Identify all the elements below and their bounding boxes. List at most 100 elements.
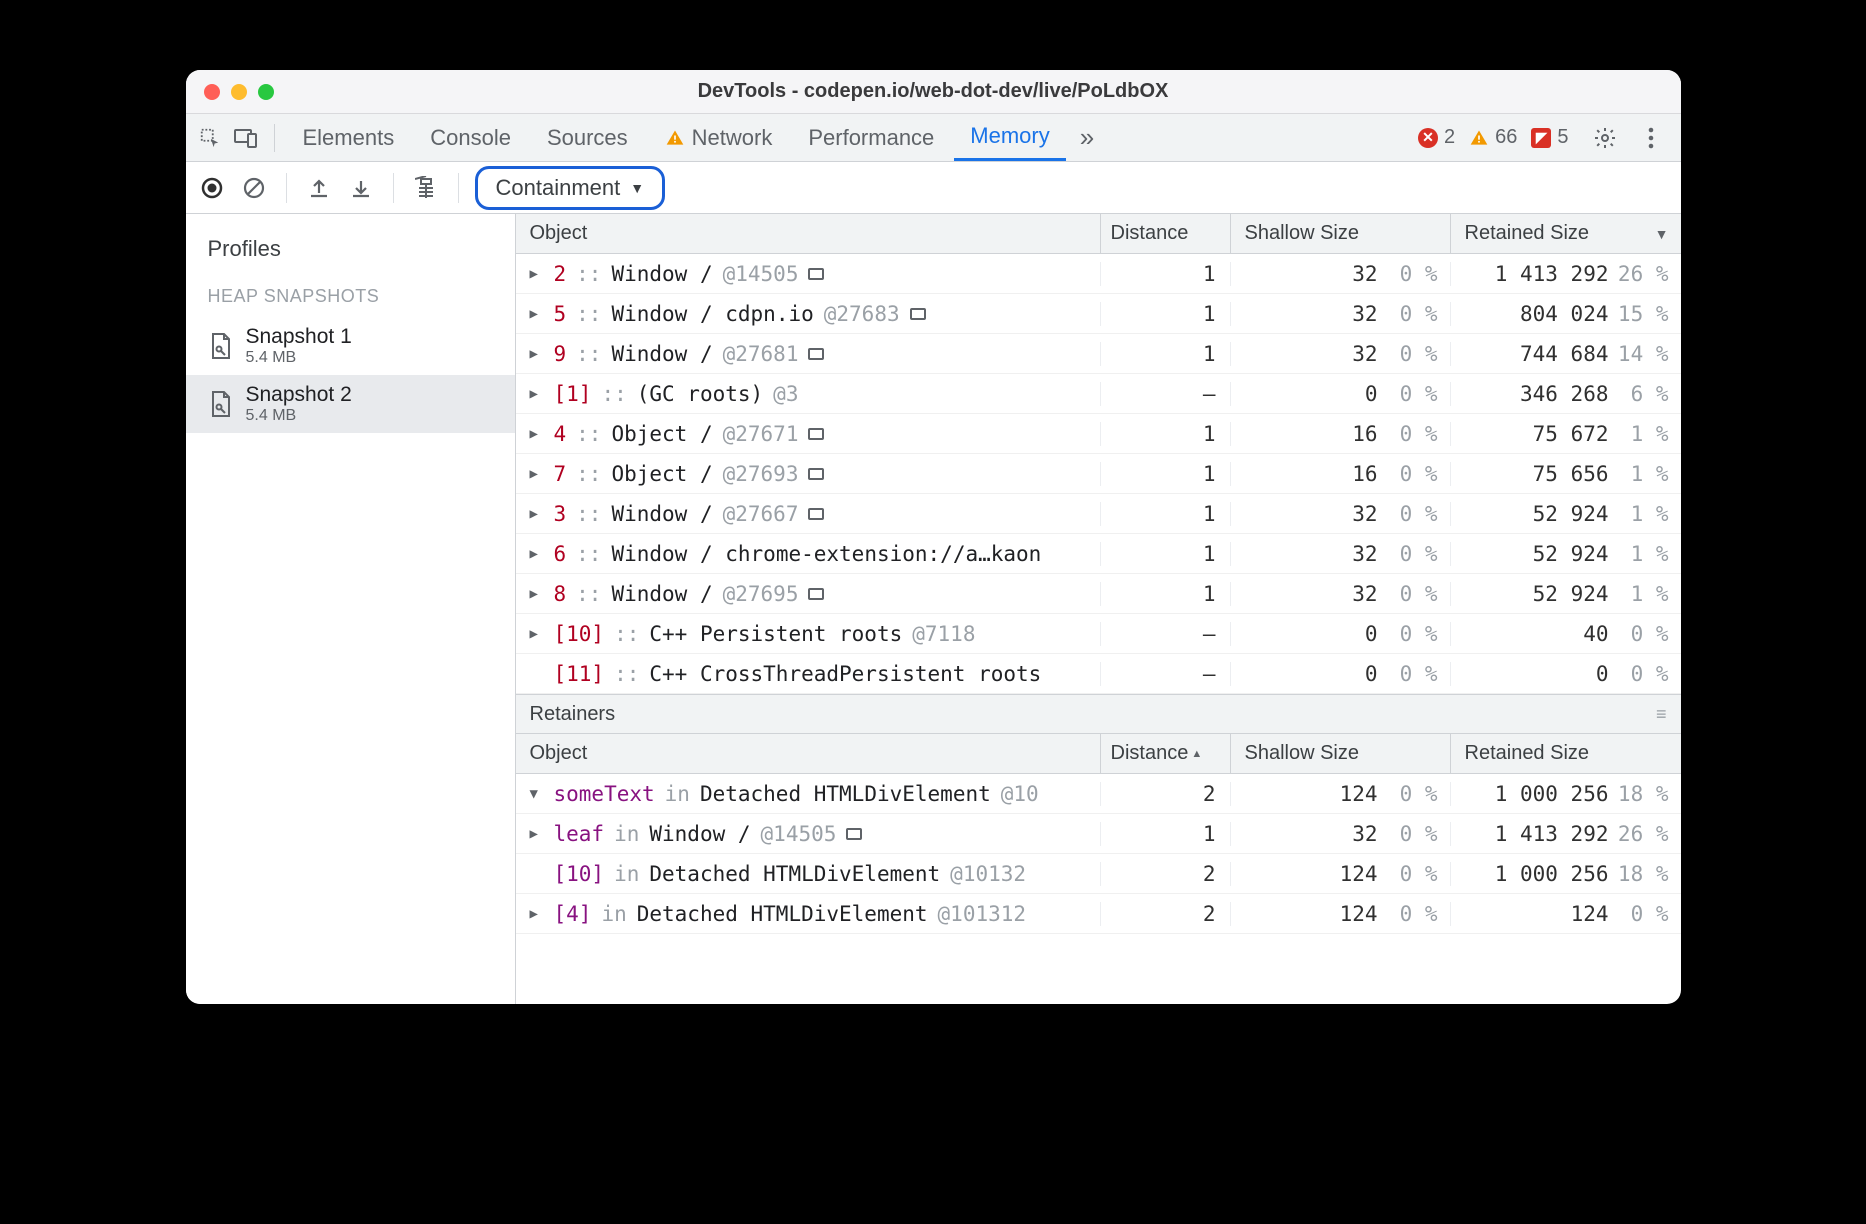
frame-icon	[808, 348, 824, 360]
disclosure-triangle-icon[interactable]: ▶	[530, 386, 544, 402]
retained-label-r: Retained Size	[1465, 742, 1590, 765]
distance-cell: 2	[1101, 862, 1231, 886]
heap-row[interactable]: ▶ 9 :: Window / @27681 1 320 % 744 68414…	[516, 334, 1681, 374]
panel-tabstrip: Elements Console Sources Network Perform…	[186, 114, 1681, 162]
heap-row[interactable]: ▶ 5 :: Window / cdpn.io @27683 1 320 % 8…	[516, 294, 1681, 334]
heap-row[interactable]: ▶ 8 :: Window / @27695 1 320 % 52 9241 %	[516, 574, 1681, 614]
shallow-cell: 1240 %	[1231, 902, 1451, 926]
heap-table-body: ▶ 2 :: Window / @14505 1 320 % 1 413 292…	[516, 254, 1681, 694]
retainer-row[interactable]: [10] in Detached HTMLDivElement @101322 …	[516, 854, 1681, 894]
distance-cell: 2	[1101, 902, 1231, 926]
object-cell: ▶ 9 :: Window / @27681	[516, 342, 1101, 366]
disclosure-triangle-icon[interactable]: ▶	[530, 266, 544, 282]
issues-badge[interactable]: ◤ 5	[1531, 126, 1568, 149]
col-header-distance[interactable]: Distance	[1101, 214, 1231, 253]
heap-row[interactable]: ▶ 7 :: Object / @27693 1 160 % 75 6561 %	[516, 454, 1681, 494]
retainers-menu-icon[interactable]: ≡	[1656, 704, 1667, 725]
tab-elements[interactable]: Elements	[287, 114, 411, 161]
object-cell: ▶ 4 :: Object / @27671	[516, 422, 1101, 446]
titlebar: DevTools - codepen.io/web-dot-dev/live/P…	[186, 70, 1681, 114]
perspective-select[interactable]: Containment ▼	[475, 166, 666, 210]
disclosure-triangle-icon[interactable]: ▶	[530, 466, 544, 482]
load-profile-icon[interactable]	[303, 172, 335, 204]
kebab-menu-icon[interactable]	[1635, 122, 1667, 154]
heap-row[interactable]: ▶ [10] :: C++ Persistent roots @7118– 00…	[516, 614, 1681, 654]
retained-cell: 1 413 29226 %	[1451, 262, 1681, 286]
shallow-cell: 320 %	[1231, 542, 1451, 566]
disclosure-triangle-icon[interactable]	[530, 666, 544, 682]
col-header-shallow[interactable]: Shallow Size	[1231, 214, 1451, 253]
collect-garbage-icon[interactable]	[410, 172, 442, 204]
zoom-window-button[interactable]	[258, 84, 274, 100]
tab-sources[interactable]: Sources	[531, 114, 644, 161]
shallow-cell: 00 %	[1231, 662, 1451, 686]
disclosure-triangle-icon[interactable]: ▶	[530, 626, 544, 642]
memory-toolbar: Containment ▼	[186, 162, 1681, 214]
snapshot-file-icon	[208, 330, 234, 362]
tab-network[interactable]: Network	[648, 114, 789, 161]
disclosure-triangle-icon[interactable]: ▶	[530, 546, 544, 562]
heap-row[interactable]: ▶ 2 :: Window / @14505 1 320 % 1 413 292…	[516, 254, 1681, 294]
heap-row[interactable]: ▶ 3 :: Window / @27667 1 320 % 52 9241 %	[516, 494, 1681, 534]
disclosure-triangle-icon[interactable]: ▶	[530, 826, 544, 842]
col-header-object[interactable]: Object	[516, 214, 1101, 253]
heap-row[interactable]: [11] :: C++ CrossThreadPersistent roots–…	[516, 654, 1681, 694]
snapshot-name: Snapshot 1	[246, 325, 352, 349]
issue-flag-icon: ◤	[1531, 128, 1551, 148]
disclosure-triangle-icon[interactable]: ▶	[530, 586, 544, 602]
distance-cell: 2	[1101, 782, 1231, 806]
close-window-button[interactable]	[204, 84, 220, 100]
col-header-retained-r[interactable]: Retained Size	[1451, 734, 1681, 773]
retainers-title: Retainers	[530, 703, 616, 726]
disclosure-triangle-icon[interactable]: ▶	[530, 506, 544, 522]
device-toolbar-icon[interactable]	[230, 122, 262, 154]
shallow-cell: 160 %	[1231, 462, 1451, 486]
heap-row[interactable]: ▶ 4 :: Object / @27671 1 160 % 75 6721 %	[516, 414, 1681, 454]
inspect-element-icon[interactable]	[194, 122, 226, 154]
warning-triangle-icon	[1469, 128, 1489, 148]
memory-body: Profiles HEAP SNAPSHOTS Snapshot 1 5.4 M…	[186, 214, 1681, 1004]
errors-badge[interactable]: ✕ 2	[1418, 126, 1455, 149]
distance-cell: 1	[1101, 422, 1231, 446]
disclosure-triangle-icon[interactable]: ▶	[530, 426, 544, 442]
disclosure-triangle-icon[interactable]: ▶	[530, 346, 544, 362]
tab-console[interactable]: Console	[414, 114, 527, 161]
minimize-window-button[interactable]	[231, 84, 247, 100]
tab-memory[interactable]: Memory	[954, 114, 1065, 161]
col-header-object-r[interactable]: Object	[516, 734, 1101, 773]
disclosure-triangle-icon[interactable]	[530, 866, 544, 882]
col-header-retained[interactable]: Retained Size ▼	[1451, 214, 1681, 253]
snapshot-item[interactable]: Snapshot 1 5.4 MB	[186, 317, 515, 375]
disclosure-triangle-icon[interactable]: ▼	[530, 786, 544, 802]
shallow-cell: 320 %	[1231, 262, 1451, 286]
frame-icon	[808, 588, 824, 600]
retainer-row[interactable]: ▶ [4] in Detached HTMLDivElement @101312…	[516, 894, 1681, 934]
warnings-badge[interactable]: 66	[1469, 126, 1517, 149]
errors-count: 2	[1444, 126, 1455, 149]
col-header-distance-r[interactable]: Distance	[1101, 734, 1231, 773]
save-profile-icon[interactable]	[345, 172, 377, 204]
dropdown-caret-icon: ▼	[630, 180, 644, 196]
distance-cell: 1	[1101, 502, 1231, 526]
heap-view: Object Distance Shallow Size Retained Si…	[516, 214, 1681, 1004]
record-icon[interactable]	[196, 172, 228, 204]
snapshot-item[interactable]: Snapshot 2 5.4 MB	[186, 375, 515, 433]
more-tabs-button[interactable]: »	[1070, 122, 1104, 153]
retainer-row[interactable]: ▶ leaf in Window / @14505 1 320 % 1 413 …	[516, 814, 1681, 854]
distance-cell: –	[1101, 662, 1231, 686]
clear-icon[interactable]	[238, 172, 270, 204]
heap-row[interactable]: ▶ [1] :: (GC roots) @3– 00 % 346 2686 %	[516, 374, 1681, 414]
retainer-row[interactable]: ▼ someText in Detached HTMLDivElement @1…	[516, 774, 1681, 814]
retained-cell: 1 413 29226 %	[1451, 822, 1681, 846]
snapshot-file-icon	[208, 388, 234, 420]
col-header-shallow-r[interactable]: Shallow Size	[1231, 734, 1451, 773]
retained-cell: 1 000 25618 %	[1451, 782, 1681, 806]
object-cell: ▶ 3 :: Window / @27667	[516, 502, 1101, 526]
shallow-cell: 00 %	[1231, 622, 1451, 646]
retained-cell: 744 68414 %	[1451, 342, 1681, 366]
tab-performance[interactable]: Performance	[792, 114, 950, 161]
disclosure-triangle-icon[interactable]: ▶	[530, 906, 544, 922]
heap-row[interactable]: ▶ 6 :: Window / chrome-extension://a…kao…	[516, 534, 1681, 574]
settings-gear-icon[interactable]	[1589, 122, 1621, 154]
disclosure-triangle-icon[interactable]: ▶	[530, 306, 544, 322]
